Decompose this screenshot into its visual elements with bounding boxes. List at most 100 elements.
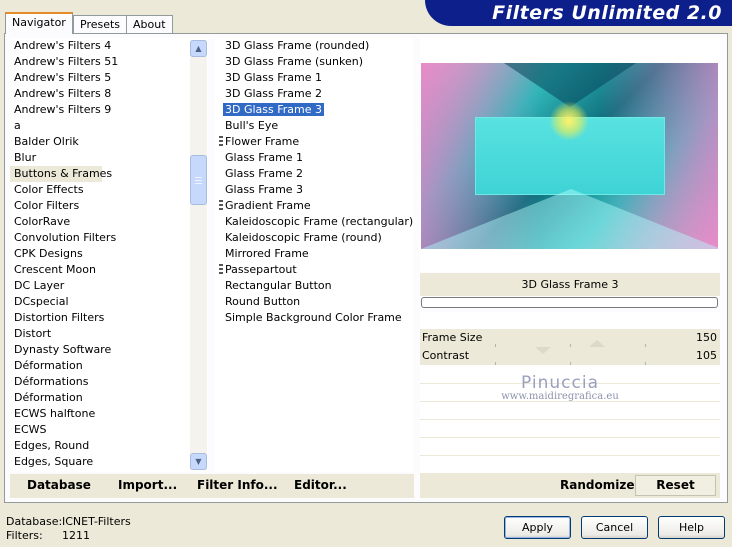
watermark-name: Pinuccia bbox=[521, 373, 599, 393]
effect-item[interactable]: Glass Frame 2 bbox=[215, 166, 413, 182]
cancel-button[interactable]: Cancel bbox=[581, 516, 648, 539]
filter-info-button[interactable]: Filter Info... bbox=[197, 478, 278, 492]
progress-bar bbox=[421, 297, 718, 308]
category-marker-icon bbox=[219, 264, 223, 276]
scroll-down-button[interactable]: ▼ bbox=[190, 453, 207, 470]
effect-item-label: Gradient Frame bbox=[225, 199, 311, 212]
effect-item[interactable]: Kaleidoscopic Frame (rectangular) bbox=[215, 214, 413, 230]
slider-thumb[interactable] bbox=[589, 340, 605, 347]
category-item[interactable]: a bbox=[10, 118, 208, 134]
database-button[interactable]: Database bbox=[27, 478, 91, 492]
filters-label: Filters: bbox=[6, 529, 43, 542]
category-item[interactable]: Buttons & Frames bbox=[10, 166, 112, 182]
category-list[interactable]: Andrew's Filters 4 Andrew's Filters 51 And… bbox=[10, 38, 208, 472]
category-item[interactable]: Convolution Filters bbox=[10, 230, 208, 246]
category-item[interactable]: Crescent Moon bbox=[10, 262, 208, 278]
scroll-up-button[interactable]: ▲ bbox=[190, 40, 207, 57]
category-item[interactable]: Andrew's Filters 5 bbox=[10, 70, 208, 86]
effect-item-label: Round Button bbox=[225, 295, 301, 308]
effect-item[interactable]: 3D Glass Frame (sunken) bbox=[215, 54, 413, 70]
category-item[interactable]: ECWS halftone bbox=[10, 406, 208, 422]
effect-item[interactable]: Simple Background Color Frame bbox=[215, 310, 413, 326]
help-button[interactable]: Help bbox=[658, 516, 725, 539]
effect-item[interactable]: Glass Frame 1 bbox=[215, 150, 413, 166]
effect-name-band: 3D Glass Frame 3 bbox=[420, 273, 720, 296]
category-item[interactable]: ECWS bbox=[10, 422, 208, 438]
scrollbar-thumb[interactable] bbox=[190, 155, 207, 205]
slider-tick bbox=[495, 362, 496, 365]
effect-item[interactable]: Round Button bbox=[215, 294, 413, 310]
empty-control-row bbox=[420, 456, 720, 474]
effect-item[interactable]: Gradient Frame bbox=[215, 198, 413, 214]
slider-value: 105 bbox=[696, 349, 717, 362]
import-button[interactable]: Import... bbox=[118, 478, 177, 492]
effect-item-label: Glass Frame 2 bbox=[225, 167, 304, 180]
slider-label: Contrast bbox=[422, 349, 470, 362]
effect-item-label: Rectangular Button bbox=[225, 279, 332, 292]
slider-label: Frame Size bbox=[422, 331, 483, 344]
filters-count: 1211 bbox=[62, 529, 90, 542]
category-item[interactable]: Andrew's Filters 51 bbox=[10, 54, 208, 70]
category-item[interactable]: Edges, Square bbox=[10, 454, 208, 470]
category-item[interactable]: Déformation bbox=[10, 358, 208, 374]
effect-item-label: Glass Frame 3 bbox=[225, 183, 304, 196]
category-item[interactable]: Déformations bbox=[10, 374, 208, 390]
tab-presets[interactable]: Presets bbox=[73, 15, 128, 34]
list-toolbar: Database Import... Filter Info... Editor… bbox=[10, 474, 414, 498]
effect-name: 3D Glass Frame 3 bbox=[521, 278, 619, 291]
effect-item[interactable]: 3D Glass Frame 1 bbox=[215, 70, 413, 86]
apply-button[interactable]: Apply bbox=[504, 516, 571, 539]
category-item[interactable]: Andrew's Filters 9 bbox=[10, 102, 208, 118]
watermark: Pinuccia www.maidiregrafica.eu bbox=[495, 373, 625, 402]
status-info: Database:ICNET-Filters Filters: 1211 bbox=[6, 515, 131, 543]
preview-toolbar: Randomize Reset bbox=[420, 474, 720, 498]
category-item[interactable]: Andrew's Filters 4 bbox=[10, 38, 208, 54]
effect-item[interactable]: Glass Frame 3 bbox=[215, 182, 413, 198]
category-item[interactable]: Blur bbox=[10, 150, 208, 166]
effect-item[interactable]: 3D Glass Frame 2 bbox=[215, 86, 413, 102]
effect-item[interactable]: Flower Frame bbox=[215, 134, 413, 150]
reset-button[interactable]: Reset bbox=[635, 475, 716, 496]
category-item[interactable]: CPK Designs bbox=[10, 246, 208, 262]
category-item[interactable]: Edges, Round bbox=[10, 438, 208, 454]
slider-thumb[interactable] bbox=[535, 347, 551, 354]
effect-list[interactable]: 3D Glass Frame (rounded) 3D Glass Frame (… bbox=[215, 38, 413, 472]
category-item[interactable]: DC Layer bbox=[10, 278, 208, 294]
effect-item[interactable]: Kaleidoscopic Frame (round) bbox=[215, 230, 413, 246]
category-item[interactable]: Color Effects bbox=[10, 182, 208, 198]
effect-item[interactable]: Rectangular Button bbox=[215, 278, 413, 294]
effect-item-label: Kaleidoscopic Frame (rectangular) bbox=[225, 215, 414, 228]
effect-item-label: Simple Background Color Frame bbox=[225, 311, 402, 324]
category-scrollbar[interactable]: ▲ ▼ bbox=[190, 40, 207, 470]
tab-navigator[interactable]: Navigator bbox=[5, 12, 73, 34]
preview-image bbox=[421, 63, 718, 249]
category-marker-icon bbox=[219, 136, 223, 148]
category-item[interactable]: ColorRave bbox=[10, 214, 208, 230]
effect-item[interactable]: 3D Glass Frame 3 bbox=[215, 102, 413, 118]
effect-item[interactable]: Passepartout bbox=[215, 262, 413, 278]
empty-control-row bbox=[420, 438, 720, 456]
category-item[interactable]: Distortion Filters bbox=[10, 310, 208, 326]
category-item[interactable]: Andrew's Filters 8 bbox=[10, 86, 208, 102]
category-item[interactable]: Balder Olrik bbox=[10, 134, 208, 150]
effect-item[interactable]: Mirrored Frame bbox=[215, 246, 413, 262]
empty-control-row bbox=[420, 420, 720, 438]
tab-about[interactable]: About bbox=[126, 15, 173, 34]
effect-item[interactable]: Bull's Eye bbox=[215, 118, 413, 134]
empty-control-row bbox=[420, 402, 720, 420]
effect-item[interactable]: 3D Glass Frame (rounded) bbox=[215, 38, 413, 54]
category-item[interactable]: DCspecial bbox=[10, 294, 208, 310]
slider-frame-size[interactable]: Frame Size 150 bbox=[420, 329, 720, 347]
effect-item-label: 3D Glass Frame (rounded) bbox=[225, 39, 370, 52]
category-item[interactable]: Dynasty Software bbox=[10, 342, 208, 358]
app-banner: Filters Unlimited 2.0 bbox=[425, 0, 732, 26]
randomize-button[interactable]: Randomize bbox=[560, 478, 634, 492]
category-item[interactable]: Déformation bbox=[10, 390, 208, 406]
slider-tick bbox=[570, 362, 571, 365]
category-item[interactable]: Distort bbox=[10, 326, 208, 342]
editor-button[interactable]: Editor... bbox=[294, 478, 347, 492]
category-item[interactable]: Color Filters bbox=[10, 198, 208, 214]
slider-contrast[interactable]: Contrast 105 bbox=[420, 347, 720, 365]
slider-tick bbox=[645, 362, 646, 365]
effect-item-label: Mirrored Frame bbox=[225, 247, 309, 260]
